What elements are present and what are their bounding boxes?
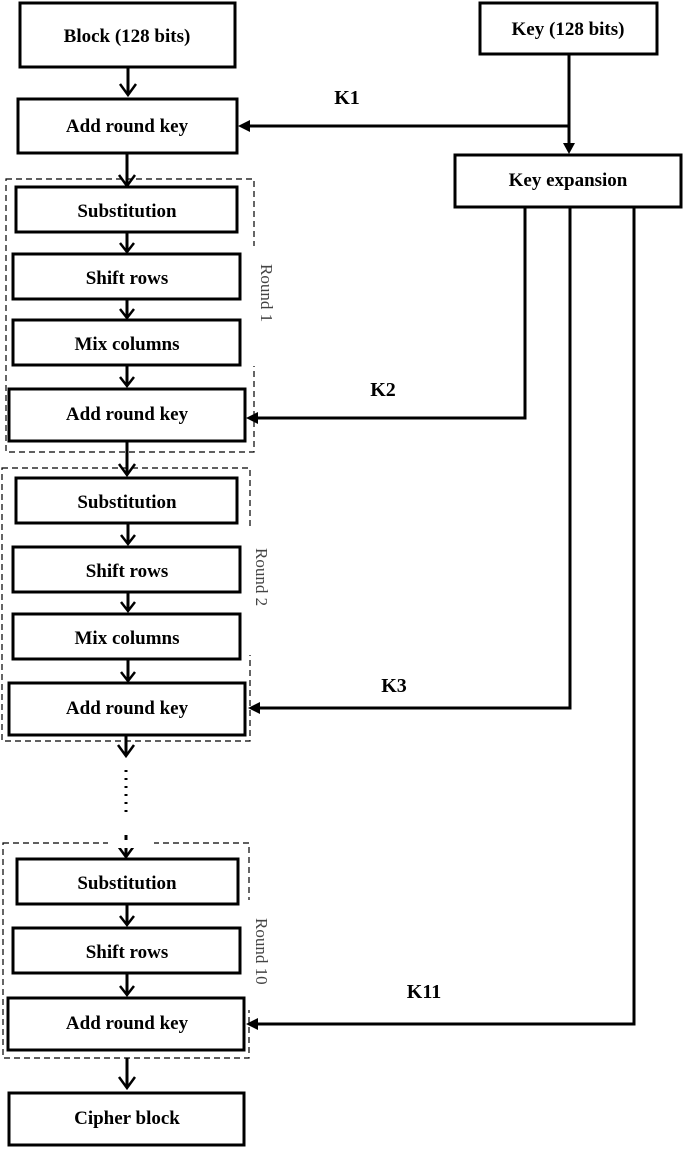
- input-block-node: Block (128 bits): [18, 1, 237, 69]
- k3-connector: [248, 207, 572, 714]
- k2-label: K2: [370, 379, 396, 401]
- k11-label: K11: [407, 981, 441, 1003]
- key-expansion-label: Key expansion: [509, 170, 628, 191]
- round-10-substitution: Substitution: [77, 873, 177, 894]
- round-1-label: Round 1: [257, 264, 276, 322]
- round-1-add-round-key: Add round key: [66, 404, 189, 425]
- round-1-shift-rows: Shift rows: [86, 268, 169, 289]
- round-1-substitution: Substitution: [77, 201, 177, 222]
- arrow-out-of-round-2: [116, 735, 136, 759]
- round-1-mix-columns: Mix columns: [74, 334, 179, 355]
- round-10-group: Round 10 Substitution Shift rows Add rou…: [2, 840, 271, 1059]
- round-10-label: Round 10: [252, 918, 271, 985]
- k1-connector: [238, 120, 569, 132]
- round-1-group: Round 1 Substitution Shift rows Mix colu…: [5, 178, 276, 453]
- arrow-to-cipher-block: [117, 1058, 137, 1091]
- round-2-shift-rows: Shift rows: [86, 561, 169, 582]
- round-2-group: Round 2 Substitution Shift rows Mix colu…: [1, 467, 271, 742]
- aes-flow-diagram: Block (128 bits) Key (128 bits) Add roun…: [1, 1, 683, 1147]
- k1-label: K1: [334, 87, 360, 109]
- round-10-add-round-key: Add round key: [66, 1013, 189, 1034]
- initial-add-round-key-node: Add round key: [16, 97, 239, 155]
- key-expansion-node: Key expansion: [453, 153, 683, 209]
- key-input-label: Key (128 bits): [512, 19, 625, 40]
- arrow-block-to-addkey: [118, 67, 138, 98]
- arrow-into-round-2: [117, 441, 137, 478]
- round-2-label: Round 2: [252, 548, 271, 606]
- k11-connector: [246, 207, 636, 1030]
- key-to-expansion-arrow: [563, 54, 575, 154]
- round-2-substitution: Substitution: [77, 492, 177, 513]
- cipher-block-label: Cipher block: [74, 1108, 180, 1129]
- arrow-into-round-1: [117, 153, 137, 189]
- cipher-block-node: Cipher block: [7, 1091, 246, 1147]
- round-10-shift-rows: Shift rows: [86, 942, 169, 963]
- input-block-label: Block (128 bits): [64, 26, 191, 47]
- initial-add-round-key-label: Add round key: [66, 116, 189, 137]
- key-input-node: Key (128 bits): [478, 1, 659, 56]
- round-2-mix-columns: Mix columns: [74, 628, 179, 649]
- k3-label: K3: [381, 675, 407, 697]
- round-2-add-round-key: Add round key: [66, 698, 189, 719]
